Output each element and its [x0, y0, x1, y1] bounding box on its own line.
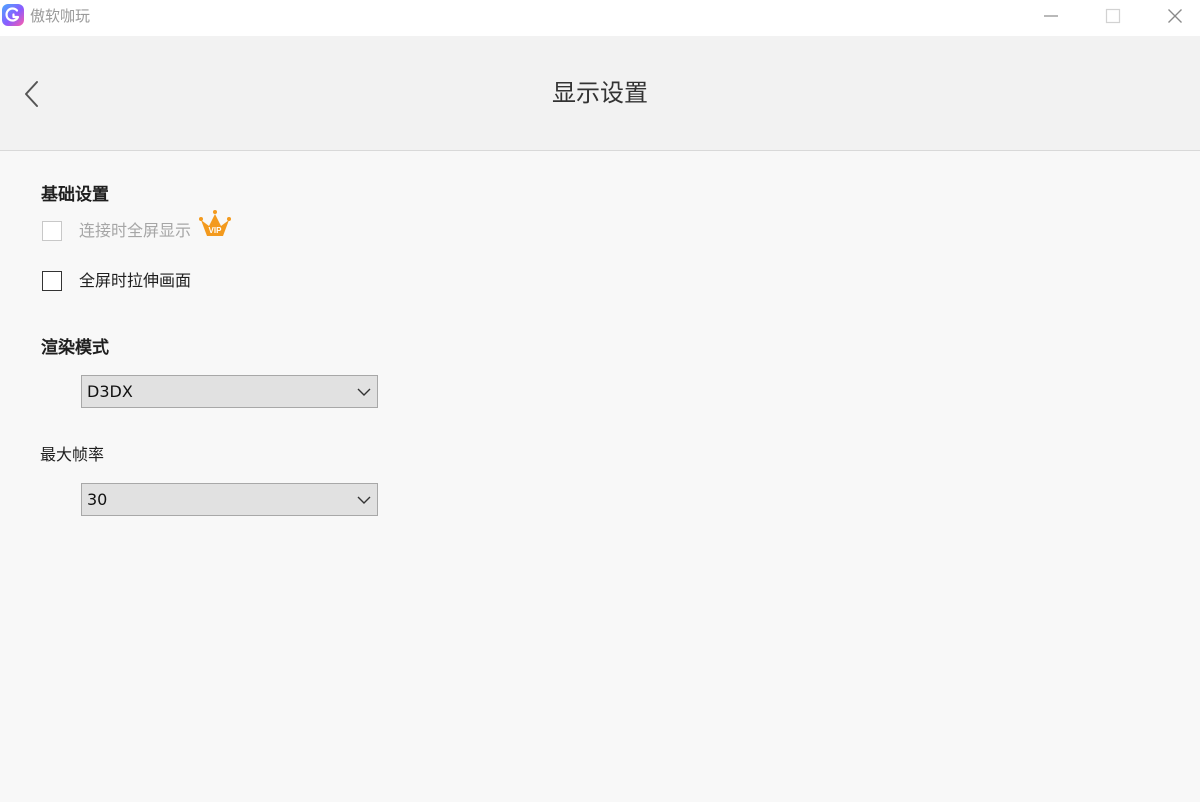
basic-settings-title: 基础设置: [41, 185, 109, 205]
render-mode-select[interactable]: D3DX: [81, 375, 378, 408]
chevron-down-icon: [357, 388, 371, 396]
render-mode-title: 渲染模式: [41, 338, 109, 358]
render-mode-value: D3DX: [87, 382, 133, 401]
max-framerate-select[interactable]: 30: [81, 483, 378, 516]
vip-badge-text: VIP: [209, 226, 223, 235]
app-title: 傲软咖玩: [30, 7, 91, 25]
vip-crown-icon: VIP: [199, 210, 231, 236]
maximize-icon: [1105, 8, 1121, 24]
page-header: 显示设置: [0, 36, 1200, 151]
maximize-button[interactable]: [1088, 0, 1138, 32]
app-window: 傲软咖玩 显示设置 基础设置 连接时全屏显示 VIP 全屏时拉伸画面 渲染模式 …: [0, 0, 1200, 802]
title-bar[interactable]: 傲软咖玩: [0, 0, 1200, 36]
minimize-button[interactable]: [1026, 0, 1076, 32]
fullscreen-on-connect-label: 连接时全屏显示: [79, 221, 192, 240]
max-framerate-title: 最大帧率: [40, 445, 105, 464]
stretch-fullscreen-checkbox[interactable]: [42, 271, 62, 291]
close-button[interactable]: [1150, 0, 1200, 32]
stretch-fullscreen-label: 全屏时拉伸画面: [79, 271, 192, 290]
max-framerate-value: 30: [87, 490, 108, 509]
app-logo-icon: [2, 4, 24, 26]
minimize-icon: [1044, 15, 1058, 17]
fullscreen-on-connect-checkbox[interactable]: [42, 221, 62, 241]
page-title: 显示设置: [552, 79, 648, 107]
chevron-down-icon: [357, 496, 371, 504]
close-icon: [1168, 9, 1182, 23]
